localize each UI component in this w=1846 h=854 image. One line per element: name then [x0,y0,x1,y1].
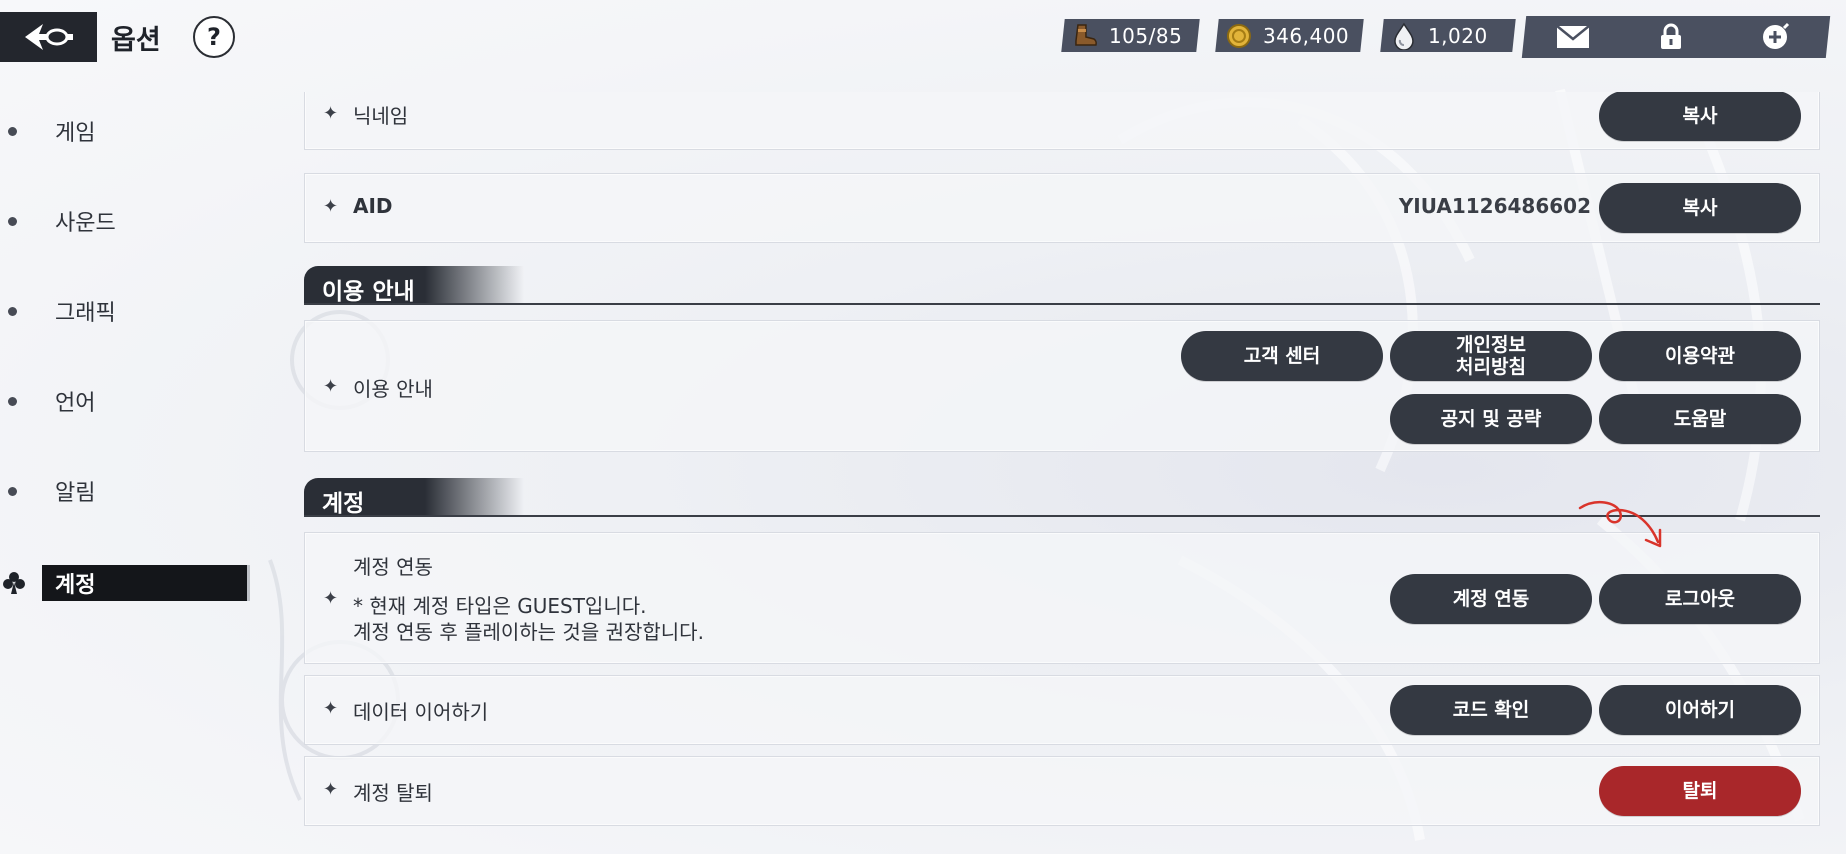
stamina-value: 105/85 [1109,23,1183,48]
row-label: 데이터 이어하기 [353,700,489,724]
sidebar-item-label: 언어 [55,391,96,416]
row-label: 이용 안내 [353,377,433,401]
sidebar-item-label: 사운드 [55,211,116,236]
withdraw-button[interactable]: 탈퇴 [1599,766,1801,816]
terms-button[interactable]: 이용약관 [1599,331,1801,381]
sidebar-item-label: 계정 [55,573,96,598]
add-circle-icon [1763,22,1790,49]
data-continue-row: ✦ 데이터 이어하기 코드 확인 이어하기 [304,675,1820,745]
star-icon: ✦ [323,196,339,217]
sidebar-item-sound[interactable]: 사운드 [0,203,250,239]
lock-icon [1661,23,1681,49]
crystal-counter: 1,020 [1380,19,1516,52]
gold-value: 346,400 [1263,23,1350,48]
page-title: 옵션 [111,25,161,56]
support-center-button[interactable]: 고객 센터 [1181,331,1383,381]
privacy-policy-button[interactable]: 개인정보 처리방침 [1390,331,1592,381]
row-label: 닉네임 [353,104,409,128]
section-divider [304,303,1820,305]
sidebar-item-language[interactable]: 언어 [0,383,250,419]
notice-guide-button[interactable]: 공지 및 공략 [1390,394,1592,444]
annotation-arrow-icon [1578,500,1662,548]
sidebar-item-graphics[interactable]: 그래픽 [0,293,250,329]
back-button[interactable] [0,12,97,62]
stamina-counter: 105/85 [1061,19,1200,52]
crystal-value: 1,020 [1428,23,1488,48]
star-icon: ✦ [323,376,339,397]
copy-nickname-button[interactable]: 복사 [1599,92,1801,141]
bullet-icon [8,216,17,226]
usage-row: ✦ 이용 안내 고객 센터 개인정보 처리방침 이용약관 공지 및 공략 도움말 [304,320,1820,452]
star-icon: ✦ [323,588,339,609]
account-link-desc: 계정 연동 후 플레이하는 것을 권장합니다. [353,620,704,644]
section-usage-header: 이용 안내 [304,266,1820,305]
boot-icon [1071,22,1099,50]
bullet-icon [8,396,17,406]
gold-coin-icon [1225,22,1253,50]
gold-counter: 346,400 [1215,19,1364,52]
bullet-icon [8,306,17,316]
sidebar-item-notifications[interactable]: 알림 [0,473,250,509]
withdraw-row: ✦ 계정 탈퇴 탈퇴 [304,756,1820,826]
continue-button[interactable]: 이어하기 [1599,685,1801,735]
row-label: AID [353,194,393,218]
crystal-drop-icon [1390,22,1418,50]
lock-button[interactable] [1638,16,1704,58]
aid-row: ✦ AID YIUA1126486602 복사 [304,173,1820,243]
mail-icon [1556,25,1590,48]
star-icon: ✦ [323,103,339,124]
section-title: 이용 안내 [322,279,415,305]
aid-value: YIUA1126486602 [1398,194,1591,218]
mail-button[interactable] [1540,16,1606,58]
star-icon: ✦ [323,779,339,800]
button-label-line: 처리방침 [1456,356,1526,378]
help-button[interactable]: ? [193,16,235,58]
section-title: 계정 [322,491,365,517]
help-guide-button[interactable]: 도움말 [1599,394,1801,444]
button-label-line: 개인정보 [1456,334,1526,356]
check-code-button[interactable]: 코드 확인 [1390,685,1592,735]
add-button[interactable] [1742,16,1808,58]
account-link-title: 계정 연동 [353,555,433,579]
star-icon: ✦ [323,698,339,719]
row-label: 계정 탈퇴 [353,781,433,805]
nickname-row: ✦ 닉네임 복사 [304,92,1820,150]
account-link-desc: * 현재 계정 타입은 GUEST입니다. [353,594,647,618]
sidebar-item-account[interactable]: 계정 [0,565,250,601]
logout-button[interactable]: 로그아웃 [1599,574,1801,624]
club-icon [2,570,26,600]
sidebar-item-label: 그래픽 [55,301,116,326]
account-link-button[interactable]: 계정 연동 [1390,574,1592,624]
back-arrow-icon [24,24,73,50]
copy-aid-button[interactable]: 복사 [1599,183,1801,233]
sidebar-item-label: 알림 [55,481,96,506]
scroll-clip: ✦ 닉네임 복사 [0,92,1846,162]
bullet-icon [8,486,17,496]
